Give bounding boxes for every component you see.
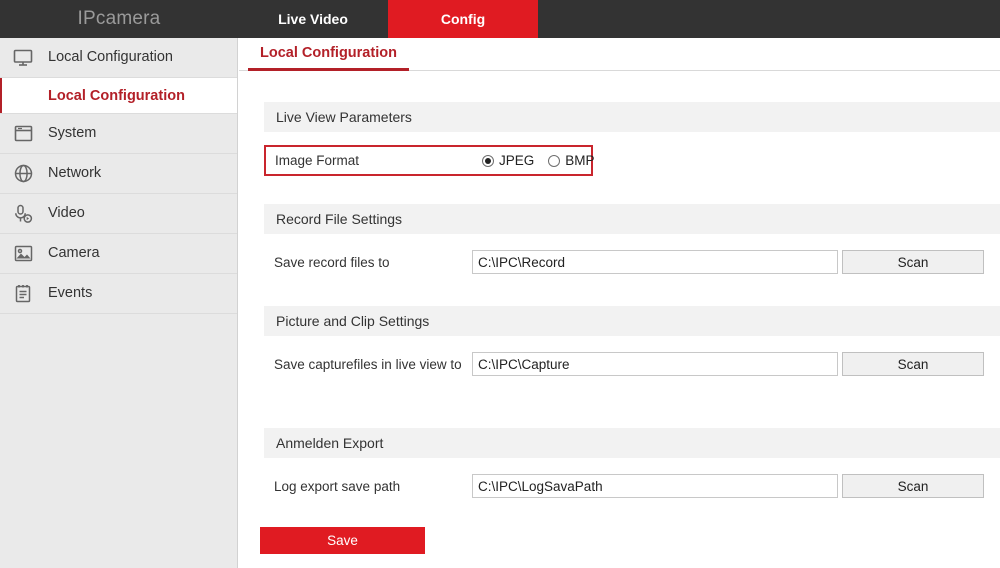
- top-header-bar: IPcamera Live Video Config: [0, 0, 1000, 38]
- sidebar-item-events[interactable]: Events: [0, 274, 237, 314]
- main-nav-tabs: Live Video Config: [238, 0, 538, 38]
- sidebar-item-system[interactable]: System: [0, 114, 237, 154]
- section-header-picture-and-clip-settings: Picture and Clip Settings: [264, 306, 1000, 336]
- section-header-anmelden-export: Anmelden Export: [264, 428, 1000, 458]
- image-format-label: Image Format: [275, 153, 360, 168]
- sidebar-item-label: Video: [48, 205, 85, 222]
- sidebar-item-label: Camera: [48, 245, 100, 262]
- log-path-scan-button[interactable]: Scan: [842, 474, 984, 498]
- capture-path-input[interactable]: [472, 352, 838, 376]
- image-icon: [10, 242, 36, 266]
- app-window: IPcamera Live Video Config Local Configu…: [0, 0, 1000, 568]
- record-path-input[interactable]: [472, 250, 838, 274]
- content-tabstrip: Local Configuration: [239, 38, 1000, 71]
- sidebar-item-label: System: [48, 125, 97, 142]
- globe-icon: [10, 162, 36, 186]
- log-path-row: Log export save path Scan: [264, 473, 1000, 499]
- sidebar-subitem-local-configuration[interactable]: Local Configuration: [0, 78, 237, 114]
- sidebar-item-label: Network: [48, 165, 102, 182]
- log-path-label: Log export save path: [274, 478, 401, 494]
- record-path-scan-button[interactable]: Scan: [842, 250, 984, 274]
- sidebar: Local Configuration Local Configuration …: [0, 38, 238, 568]
- radio-bmp[interactable]: BMP: [548, 153, 595, 168]
- radio-jpeg[interactable]: JPEG: [482, 153, 534, 168]
- capture-path-row: Save capturefiles in live view to Scan: [264, 351, 1000, 377]
- clipboard-icon: [10, 282, 36, 306]
- section-header-record-file-settings: Record File Settings: [264, 204, 1000, 234]
- radio-label-bmp: BMP: [565, 153, 595, 168]
- window-icon: [10, 122, 36, 146]
- section-header-live-view-parameters: Live View Parameters: [264, 102, 1000, 132]
- record-path-row: Save record files to Scan: [264, 249, 1000, 275]
- capture-path-label: Save capturefiles in live view to: [274, 356, 462, 372]
- sidebar-item-video[interactable]: Video: [0, 194, 237, 234]
- radio-mark-bmp: [548, 154, 561, 167]
- monitor-icon: [10, 46, 36, 70]
- capture-path-scan-button[interactable]: Scan: [842, 352, 984, 376]
- sidebar-item-local-configuration[interactable]: Local Configuration: [0, 38, 237, 78]
- content-pane: Local Configuration Live View Parameters…: [239, 38, 1000, 568]
- sidebar-subitem-label: Local Configuration: [48, 87, 185, 104]
- image-format-radio-group: JPEG BMP: [482, 153, 595, 168]
- app-logo: IPcamera: [77, 8, 161, 29]
- sidebar-item-label: Local Configuration: [48, 49, 173, 66]
- tab-live-video[interactable]: Live Video: [238, 0, 388, 38]
- sidebar-item-camera[interactable]: Camera: [0, 234, 237, 274]
- radio-label-jpeg: JPEG: [499, 153, 535, 168]
- record-path-label: Save record files to: [274, 254, 390, 270]
- radio-mark-jpeg: [482, 154, 494, 167]
- tab-config[interactable]: Config: [388, 0, 538, 38]
- image-format-row: Image Format JPEG BMP: [264, 145, 595, 176]
- microphone-play-icon: [10, 202, 36, 226]
- sidebar-item-network[interactable]: Network: [0, 154, 237, 194]
- sidebar-item-label: Events: [48, 285, 93, 302]
- log-path-input[interactable]: [472, 474, 838, 498]
- tab-local-configuration[interactable]: Local Configuration: [248, 38, 409, 71]
- save-button[interactable]: Save: [260, 527, 425, 554]
